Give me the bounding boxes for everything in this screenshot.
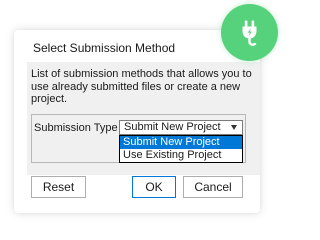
- option-use-existing-project[interactable]: Use Existing Project: [120, 149, 242, 162]
- reset-button[interactable]: Reset: [31, 176, 86, 198]
- ok-button[interactable]: OK: [132, 176, 176, 198]
- submission-type-selected-value: Submit New Project: [124, 121, 221, 133]
- plugin-badge: [221, 4, 278, 61]
- power-plug-icon: [242, 20, 257, 46]
- submission-type-select[interactable]: Submit New Project: [119, 120, 243, 135]
- submission-type-dropdown-list: Submit New Project Use Existing Project: [119, 135, 243, 163]
- cancel-button[interactable]: Cancel: [183, 176, 243, 198]
- dialog-description: List of submission methods that allows y…: [31, 68, 252, 106]
- dialog-title: Select Submission Method: [33, 41, 176, 55]
- chevron-down-icon[interactable]: [231, 125, 237, 130]
- submission-type-label: Submission Type: [34, 122, 118, 134]
- option-submit-new-project[interactable]: Submit New Project: [120, 136, 242, 149]
